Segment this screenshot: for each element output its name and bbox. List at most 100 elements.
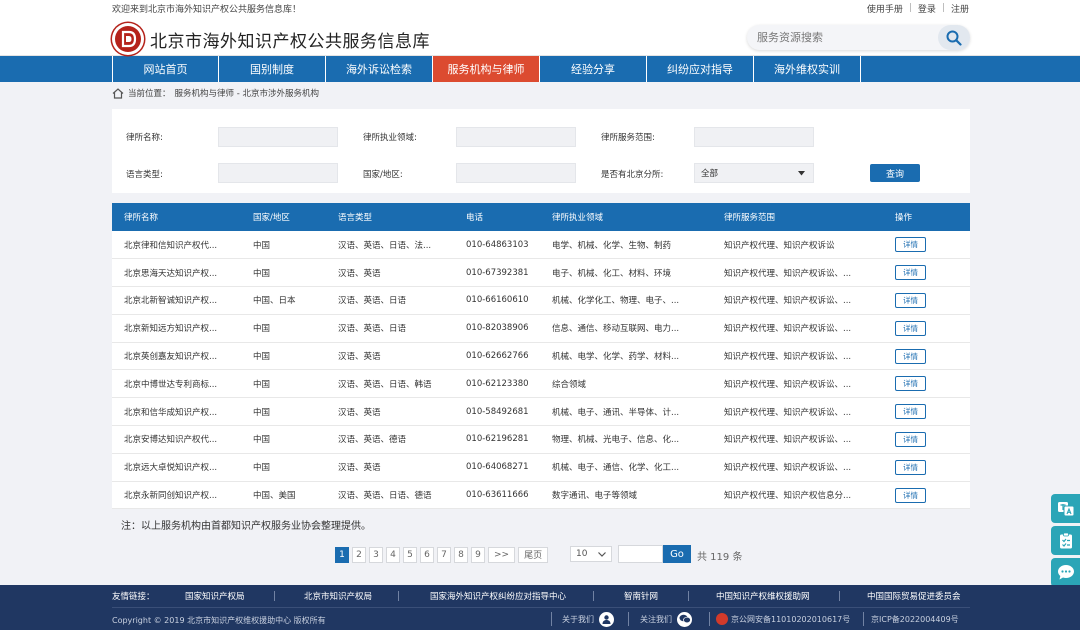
cell-practice-area: 电子、机械、化工、材料、环境 (552, 268, 672, 279)
friend-link[interactable]: 智南针网 (624, 590, 658, 602)
detail-button[interactable]: 详情 (895, 320, 926, 336)
cell-service-scope: 知识产权代理、知识产权诉讼 (724, 240, 835, 251)
divider (628, 612, 629, 626)
login-link[interactable]: 登录 (918, 2, 936, 15)
chat-widget[interactable] (1051, 558, 1080, 587)
page-button[interactable]: 2 (352, 546, 366, 563)
col-header-action: 操作 (895, 213, 913, 223)
breadcrumb: 当前位置： 服务机构与律师 - 北京市涉外服务机构 (0, 82, 1080, 104)
nav-home[interactable]: 网站首页 (112, 56, 219, 82)
cell-practice-area: 综合领域 (552, 379, 587, 390)
cell-phone: 010-58492681 (466, 406, 529, 417)
divider (398, 591, 399, 601)
checklist-widget[interactable] (1051, 526, 1080, 555)
cell-service-scope: 知识产权代理、知识产权诉讼、... (724, 324, 852, 335)
cell-country: 中国 (253, 435, 271, 446)
cell-country: 中国 (253, 379, 271, 390)
page-button[interactable]: 6 (420, 546, 434, 563)
col-header-phone: 电话 (466, 213, 484, 223)
detail-button[interactable]: 详情 (895, 292, 926, 308)
practice-area-input[interactable] (456, 127, 576, 147)
page-button[interactable]: 3 (369, 546, 383, 563)
home-icon[interactable] (112, 87, 124, 99)
page-button[interactable]: 9 (471, 546, 485, 563)
friend-link[interactable]: 中国知识产权维权援助网 (716, 590, 810, 602)
language-input[interactable] (218, 163, 338, 183)
page-jump-input[interactable] (618, 545, 663, 563)
detail-button[interactable]: 详情 (895, 376, 926, 392)
table-row: 北京永新同创知识产权... 中国、美国 汉语、英语、日语、德语 010-6361166… (112, 481, 970, 509)
search-button[interactable] (938, 25, 970, 50)
search-input[interactable] (757, 31, 937, 44)
cell-phone: 010-62123380 (466, 378, 529, 389)
last-page-button[interactable]: 尾页 (518, 546, 549, 563)
go-button[interactable]: Go (663, 545, 691, 563)
wechat-icon (677, 611, 692, 627)
cell-language: 汉语、英语、日语、法... (338, 240, 432, 251)
logo-area[interactable]: 北京市海外知识产权公共服务信息库 (112, 23, 430, 55)
col-header-practice-area: 律所执业领域 (552, 213, 604, 223)
about-us-label: 关于我们 (562, 614, 594, 624)
beijing-branch-label: 是否有北京分所: (601, 170, 664, 180)
page-button[interactable]: 7 (437, 546, 451, 563)
practice-area-label: 律所执业领域: (363, 133, 417, 143)
detail-button[interactable]: 详情 (895, 348, 926, 364)
firm-name-input[interactable] (218, 127, 338, 147)
cell-country: 中国 (253, 352, 271, 363)
divider (709, 612, 710, 626)
table-row: 北京北新智诚知识产权... 中国、日本 汉语、英语、日语 010-66160610 机械… (112, 287, 970, 315)
follow-us[interactable]: 关注我们 (640, 611, 692, 627)
welcome-text: 欢迎来到北京市海外知识产权公共服务信息库！ (112, 4, 302, 15)
divider (274, 591, 275, 601)
header: 北京市海外知识产权公共服务信息库 (0, 16, 1080, 56)
breadcrumb-path[interactable]: 服务机构与律师 - 北京市涉外服务机构 (175, 87, 319, 99)
cell-service-scope: 知识产权代理、知识产权信息分... (724, 491, 852, 502)
nav-training[interactable]: 海外维权实训 (754, 56, 861, 82)
query-button[interactable]: 查询 (870, 164, 920, 182)
table-row: 北京新知远方知识产权... 中国 汉语、英语、日语 010-82038906 信息、通信… (112, 314, 970, 343)
breadcrumb-prefix: 当前位置： (128, 89, 171, 99)
friend-link[interactable]: 北京市知识产权局 (304, 590, 372, 602)
page-button[interactable]: 4 (386, 546, 400, 563)
police-record[interactable]: 京公网安备11010202010617号 (716, 611, 850, 627)
cell-country: 中国 (253, 463, 271, 474)
register-link[interactable]: 注册 (951, 2, 969, 15)
icp-record[interactable]: 京ICP备2022004409号 (871, 611, 959, 627)
page-size-select[interactable]: 10 (570, 546, 612, 562)
table-row: 北京安博达知识产权代... 中国 汉语、英语、德语 010-62196281 物理、机械… (112, 426, 970, 454)
detail-button[interactable]: 详情 (895, 265, 926, 281)
detail-button[interactable]: 详情 (895, 487, 926, 503)
about-us[interactable]: 关于我们 (562, 611, 614, 627)
detail-button[interactable]: 详情 (895, 459, 926, 475)
page-button[interactable]: 5 (403, 546, 417, 563)
service-scope-input[interactable] (694, 127, 814, 147)
cell-phone: 010-62196281 (466, 434, 529, 445)
page-button[interactable]: 1 (335, 546, 349, 563)
main-nav: 网站首页 国别制度 海外诉讼检索 服务机构与律师 经验分享 纠纷应对指导 海外维… (0, 56, 1080, 82)
nav-country-system[interactable]: 国别制度 (219, 56, 326, 82)
cell-country: 中国 (253, 240, 271, 251)
translate-widget[interactable] (1051, 494, 1080, 523)
manual-link[interactable]: 使用手册 (867, 2, 903, 15)
beijing-branch-select[interactable]: 全部 (694, 163, 814, 183)
next-page-button[interactable]: >> (488, 546, 516, 563)
country-label: 国家/地区: (363, 170, 403, 180)
detail-button[interactable]: 详情 (895, 404, 926, 420)
nav-service-agencies[interactable]: 服务机构与律师 (433, 56, 540, 82)
detail-button[interactable]: 详情 (895, 237, 926, 253)
search-icon (946, 30, 962, 46)
country-input[interactable] (456, 163, 576, 183)
table-row: 北京英创嘉友知识产权... 中国 汉语、英语 010-62662766 机械、电学、化学… (112, 342, 970, 370)
nav-dispute-guidance[interactable]: 纠纷应对指导 (647, 56, 754, 82)
friend-link[interactable]: 国家知识产权局 (185, 590, 245, 602)
page-button[interactable]: 8 (454, 546, 468, 563)
col-header-country: 国家/地区 (253, 213, 290, 223)
cell-country: 中国 (253, 407, 271, 418)
detail-button[interactable]: 详情 (895, 431, 926, 447)
nav-litigation-search[interactable]: 海外诉讼检索 (326, 56, 433, 82)
friend-link[interactable]: 国家海外知识产权纠纷应对指导中心 (430, 590, 566, 602)
nav-experience[interactable]: 经验分享 (540, 56, 647, 82)
cell-practice-area: 机械、电子、通讯、半导体、计... (552, 407, 680, 418)
chevron-down-icon (598, 551, 606, 557)
friend-link[interactable]: 中国国际贸易促进委员会 (867, 590, 961, 602)
